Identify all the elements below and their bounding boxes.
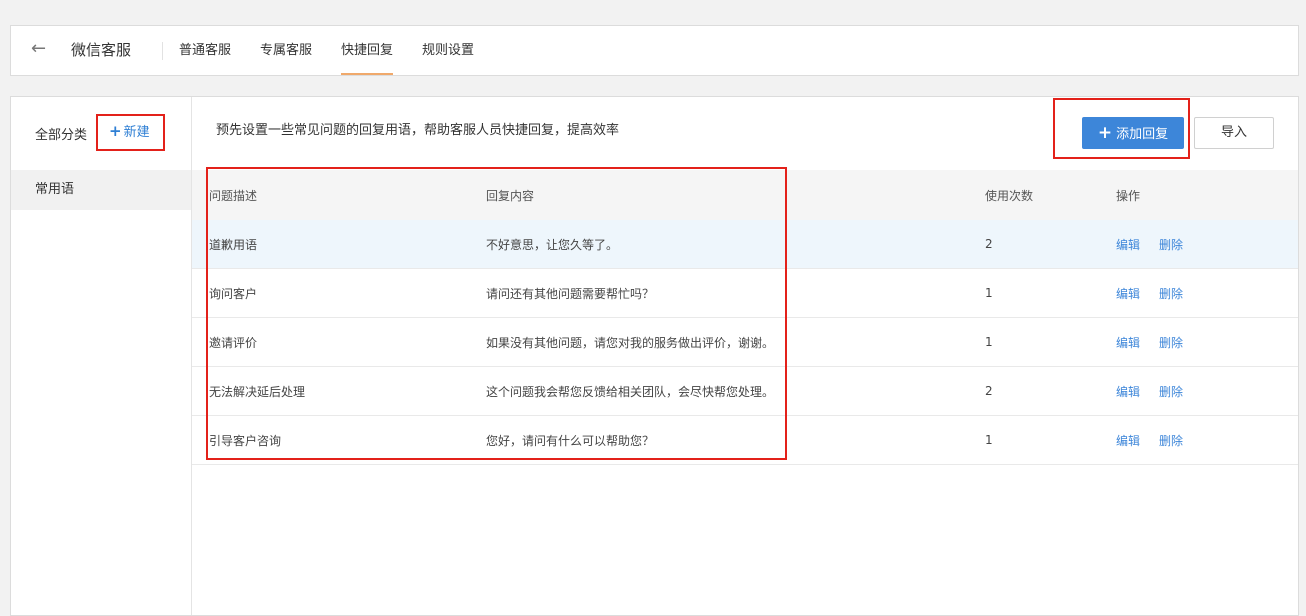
tab-rule-settings[interactable]: 规则设置 [422, 26, 474, 75]
delete-link[interactable]: 删除 [1159, 236, 1183, 253]
actions-cell: 编辑 删除 [1116, 318, 1202, 366]
annotation-box-new-category [96, 114, 165, 151]
header-actions: 操作 [1116, 188, 1141, 203]
edit-link[interactable]: 编辑 [1116, 334, 1140, 351]
actions-cell: 编辑 删除 [1116, 416, 1202, 464]
count-cell: 1 [985, 335, 993, 349]
annotation-box-add-reply [1053, 98, 1190, 159]
import-button[interactable]: 导入 [1194, 117, 1274, 149]
annotation-box-table-content [206, 167, 787, 460]
edit-link[interactable]: 编辑 [1116, 432, 1140, 449]
edit-link[interactable]: 编辑 [1116, 383, 1140, 400]
actions-cell: 编辑 删除 [1116, 269, 1202, 317]
actions-cell: 编辑 删除 [1116, 220, 1202, 268]
delete-link[interactable]: 删除 [1159, 285, 1183, 302]
actions-cell: 编辑 删除 [1116, 367, 1202, 415]
tab-normal-service[interactable]: 普通客服 [179, 26, 231, 75]
delete-link[interactable]: 删除 [1159, 334, 1183, 351]
tab-bar: 普通客服 专属客服 快捷回复 规则设置 [179, 26, 503, 75]
edit-link[interactable]: 编辑 [1116, 236, 1140, 253]
tab-quick-reply[interactable]: 快捷回复 [341, 26, 394, 75]
count-cell: 2 [985, 237, 993, 251]
divider [162, 42, 163, 60]
count-cell: 1 [985, 286, 993, 300]
count-cell: 1 [985, 433, 993, 447]
page-description: 预先设置一些常见问题的回复用语，帮助客服人员快捷回复，提高效率 [216, 123, 620, 138]
page-title: 微信客服 [71, 41, 132, 59]
all-categories-label[interactable]: 全部分类 [35, 124, 87, 143]
back-arrow-icon[interactable]: ← [31, 39, 46, 59]
delete-link[interactable]: 删除 [1159, 432, 1183, 449]
sidebar-item-common-phrases[interactable]: 常用语 [11, 170, 191, 210]
tab-exclusive-service[interactable]: 专属客服 [260, 26, 312, 75]
count-cell: 2 [985, 384, 993, 398]
delete-link[interactable]: 删除 [1159, 383, 1183, 400]
header-usage-count: 使用次数 [985, 188, 1034, 203]
category-sidebar: 全部分类 + 新建 常用语 [11, 97, 192, 615]
edit-link[interactable]: 编辑 [1116, 285, 1140, 302]
header-bar: ← 微信客服 普通客服 专属客服 快捷回复 规则设置 [10, 25, 1299, 76]
